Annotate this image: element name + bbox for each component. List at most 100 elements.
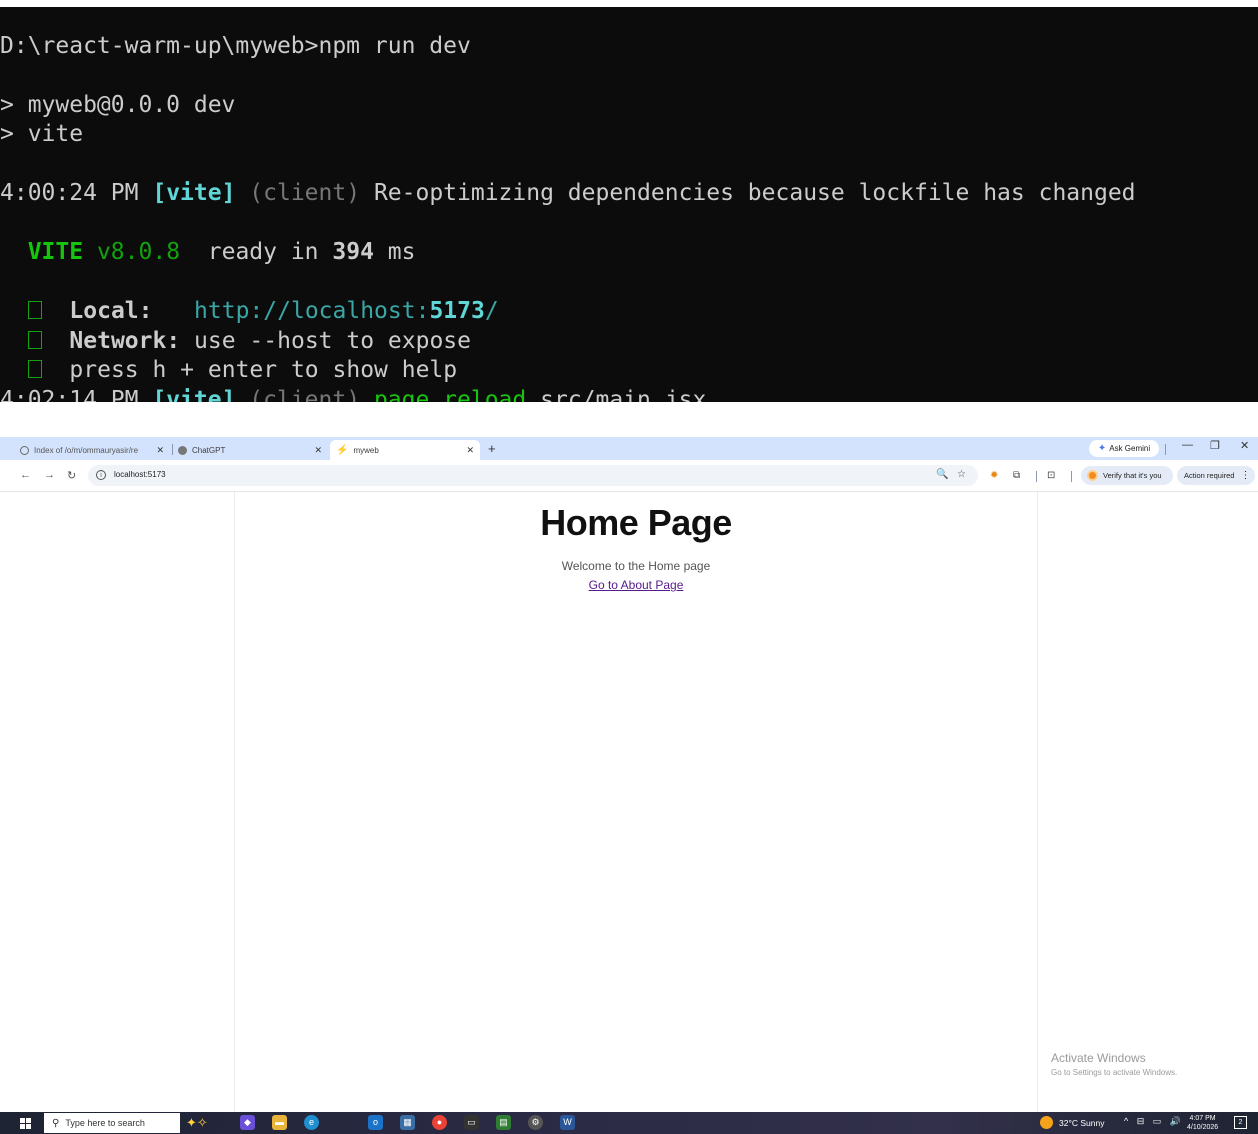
forward-arrow-icon[interactable]: → <box>44 469 55 481</box>
bookmark-star-icon[interactable]: ☆ <box>957 469 966 480</box>
zoom-icon[interactable]: 🔍 <box>936 469 948 480</box>
taskbar: ⚲ Type here to search ✦✧ ◆ ▬ e o ▦ ● ▭ ▤… <box>0 1112 1258 1134</box>
local-port: 5173 <box>429 298 485 324</box>
activate-title: Activate Windows <box>1051 1051 1146 1065</box>
close-icon[interactable]: ✕ <box>466 445 474 456</box>
reload-message: page reload <box>373 387 527 402</box>
notification-icon[interactable]: 2 <box>1234 1116 1247 1129</box>
terminal-help-line: press h + enter to show help <box>0 355 457 385</box>
toolbar-separator <box>1036 471 1037 482</box>
vite-logo-icon: ⚡ <box>336 444 349 456</box>
clock-date: 4/10/2026 <box>1187 1124 1219 1131</box>
search-placeholder: Type here to search <box>65 1118 145 1128</box>
terminal-script-line: > myweb@0.0.0 dev <box>0 92 236 118</box>
terminal-local-line: Local: http://localhost:5173/ <box>0 296 499 326</box>
optimize-time: 4:00:24 PM <box>0 180 139 206</box>
about-link-container: Go to About Page <box>0 578 1258 592</box>
network-message: use --host to expose <box>194 328 471 354</box>
network-label: Network: <box>69 328 181 354</box>
extension-icon[interactable]: ✹ <box>990 470 998 481</box>
copilot-icon[interactable]: ◆ <box>240 1115 255 1130</box>
file-explorer-icon[interactable]: ▬ <box>272 1115 287 1130</box>
terminal-window: D:\react-warm-up\myweb>npm run dev > myw… <box>0 7 1258 402</box>
extensions-puzzle-icon[interactable]: ⧉ <box>1013 470 1020 481</box>
arrow-glyph-icon <box>27 300 42 319</box>
tab-label: ChatGPT <box>192 445 226 455</box>
browser-window: Index of /o/m/ommauryasir/re ✕ ChatGPT ✕… <box>0 437 1258 1112</box>
restore-icon[interactable]: ❐ <box>1210 439 1220 452</box>
address-bar[interactable]: i localhost:5173 🔍 ☆ <box>88 465 978 486</box>
ready-message: ready in <box>207 239 319 265</box>
ready-unit: ms <box>387 239 416 265</box>
address-text[interactable]: localhost:5173 <box>114 470 166 479</box>
minimize-icon[interactable]: — <box>1182 439 1193 451</box>
kebab-menu-icon[interactable]: ⋮ <box>1240 470 1250 481</box>
reload-file: src/main.jsx <box>540 387 707 402</box>
close-window-icon[interactable]: ✕ <box>1240 439 1249 452</box>
action-label: Action required <box>1184 471 1235 480</box>
page-icon <box>20 445 29 455</box>
chrome-icon[interactable]: ● <box>432 1115 447 1130</box>
search-icon: ⚲ <box>52 1117 60 1129</box>
arrow-glyph-icon <box>27 330 42 349</box>
ask-gemini-button[interactable]: ✦ Ask Gemini <box>1089 440 1159 457</box>
tab-myweb[interactable]: ⚡ myweb ✕ <box>330 440 480 460</box>
page-viewport: Home Page Welcome to the Home page Go to… <box>0 492 1258 1112</box>
settings-gear-icon[interactable]: ⚙ <box>528 1115 543 1130</box>
local-url-suffix: / <box>484 298 499 324</box>
tab-label: Index of /o/m/ommauryasir/re <box>34 445 139 455</box>
browser-toolbar: ← → ↻ i localhost:5173 🔍 ☆ ✹ ⧉ ⊡ Verify … <box>0 460 1258 492</box>
tab-separator <box>172 444 173 455</box>
terminal-command-line: D:\react-warm-up\myweb>npm run dev <box>0 33 471 59</box>
verify-button[interactable]: Verify that it's you <box>1081 466 1173 485</box>
about-page-link[interactable]: Go to About Page <box>589 578 684 592</box>
back-arrow-icon[interactable]: ← <box>20 469 31 481</box>
windows-start-icon[interactable] <box>20 1118 31 1129</box>
reload-scope: (client) <box>249 387 361 402</box>
taskbar-search[interactable]: ⚲ Type here to search <box>44 1113 180 1133</box>
activate-subtitle: Go to Settings to activate Windows. <box>1051 1068 1178 1077</box>
terminal-vite-line: > vite <box>0 121 84 147</box>
arrow-glyph-icon <box>27 359 42 378</box>
word-icon[interactable]: W <box>560 1115 575 1130</box>
chatgpt-icon <box>178 445 187 455</box>
help-message: press h + enter to show help <box>69 357 458 383</box>
gemini-sparkle-icon: ✦ <box>1097 443 1107 454</box>
new-tab-button[interactable]: + <box>488 441 496 456</box>
optimize-scope: (client) <box>249 180 361 206</box>
sparkle-icon[interactable]: ✦✧ <box>186 1115 208 1131</box>
terminal-icon[interactable]: ▭ <box>464 1115 479 1130</box>
terminal-optimize-line: 4:00:24 PM [vite] (client) Re-optimizing… <box>0 178 1136 208</box>
action-required-button[interactable]: Action required ⋮ <box>1177 466 1255 485</box>
tab-separator <box>1165 444 1166 455</box>
weather-widget[interactable]: 32°C Sunny <box>1040 1116 1104 1129</box>
tab-index[interactable]: Index of /o/m/ommauryasir/re ✕ <box>20 440 170 460</box>
activate-windows-watermark: Activate Windows Go to Settings to activ… <box>1051 1051 1177 1077</box>
store-icon[interactable]: ▦ <box>400 1115 415 1130</box>
welcome-text: Welcome to the Home page <box>561 559 711 573</box>
terminal-network-line: Network: use --host to expose <box>0 326 471 356</box>
tab-chatgpt[interactable]: ChatGPT ✕ <box>178 440 328 460</box>
outlook-icon[interactable]: o <box>368 1115 383 1130</box>
terminal-reload-line: 4:02:14 PM [vite] (client) page reload s… <box>0 385 706 402</box>
weather-text: 32°C Sunny <box>1059 1117 1105 1128</box>
verify-label: Verify that it's you <box>1103 471 1162 480</box>
close-icon[interactable]: ✕ <box>156 445 164 456</box>
vite-name: VITE <box>27 239 84 265</box>
edge-icon[interactable]: e <box>304 1115 319 1130</box>
reload-icon[interactable]: ↻ <box>67 469 76 482</box>
tab-search-icon[interactable]: ⊡ <box>1047 470 1055 481</box>
close-icon[interactable]: ✕ <box>314 445 322 456</box>
tab-label: myweb <box>353 445 379 455</box>
reload-tag: [vite] <box>152 387 236 402</box>
optimize-message: Re-optimizing dependencies because lockf… <box>373 180 1136 206</box>
notepad-icon[interactable]: ▤ <box>496 1115 511 1130</box>
local-url-prefix: http://localhost: <box>194 298 430 324</box>
reload-time: 4:02:14 PM <box>0 387 139 402</box>
sun-icon <box>1040 1116 1053 1129</box>
site-info-icon[interactable]: i <box>96 470 106 480</box>
local-label: Local: <box>69 298 153 324</box>
vite-version: v8.0.8 <box>96 239 181 265</box>
clock[interactable]: 4:07 PM 4/10/2026 <box>1187 1114 1218 1132</box>
system-tray-icons[interactable]: ^ ⊟ ▭ 🔊 <box>1124 1116 1184 1127</box>
